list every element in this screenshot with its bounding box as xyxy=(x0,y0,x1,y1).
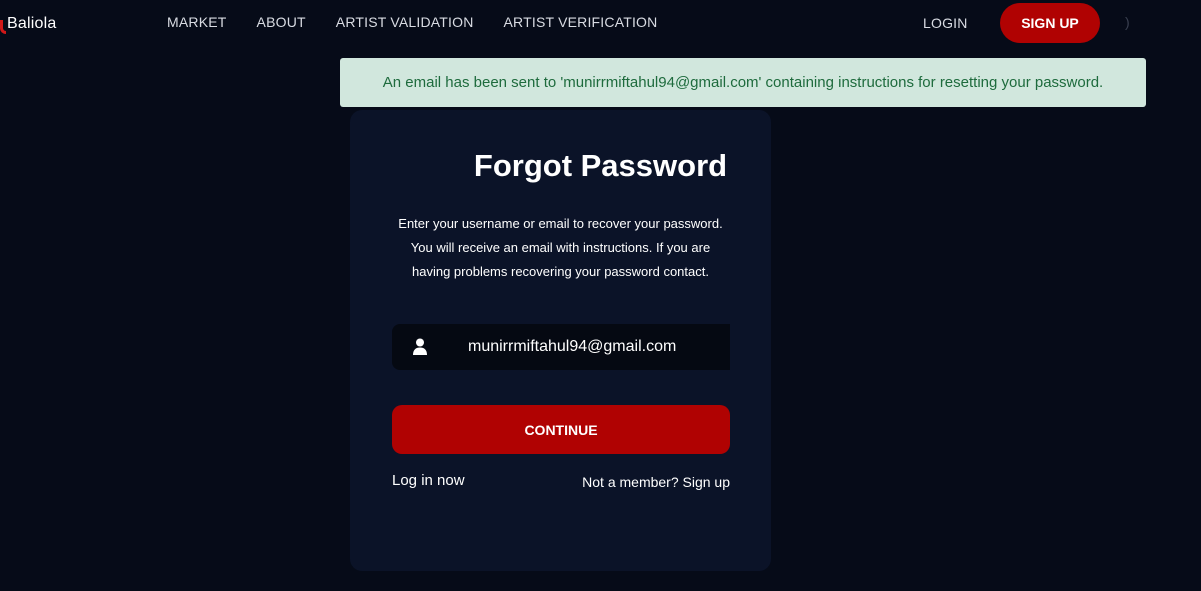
header-login-link[interactable]: LOGIN xyxy=(923,15,968,31)
nav-item-market[interactable]: MARKET xyxy=(167,14,227,30)
forgot-password-page: Baliola MARKET ABOUT ARTIST VALIDATION A… xyxy=(0,0,1201,591)
signup-link[interactable]: Not a member? Sign up xyxy=(577,474,730,490)
email-sent-alert: An email has been sent to 'munirrmiftahu… xyxy=(340,58,1146,107)
email-field[interactable]: munirrmiftahul94@gmail.com xyxy=(392,324,730,370)
form-description: Enter your username or email to recover … xyxy=(398,216,723,279)
brand-logo[interactable]: Baliola xyxy=(0,12,56,36)
nav-item-about[interactable]: ABOUT xyxy=(257,14,306,30)
nav-item-artist-verification[interactable]: ARTIST VERIFICATION xyxy=(504,14,658,30)
header-signup-button[interactable]: SIGN UP xyxy=(1000,3,1100,43)
login-now-link[interactable]: Log in now xyxy=(392,472,465,489)
nav-item-artist-validation[interactable]: ARTIST VALIDATION xyxy=(336,14,474,30)
continue-button[interactable]: CONTINUE xyxy=(392,405,730,454)
header-trailing-glyph: ) xyxy=(1125,14,1130,30)
user-icon xyxy=(413,338,427,355)
brand-mark-icon xyxy=(0,20,6,34)
page-title: Forgot Password xyxy=(473,148,728,183)
email-input-value[interactable]: munirrmiftahul94@gmail.com xyxy=(468,338,676,356)
alert-message: An email has been sent to 'munirrmiftahu… xyxy=(382,74,1104,91)
brand-name: Baliola xyxy=(7,15,57,32)
main-nav: MARKET ABOUT ARTIST VALIDATION ARTIST VE… xyxy=(167,14,687,30)
